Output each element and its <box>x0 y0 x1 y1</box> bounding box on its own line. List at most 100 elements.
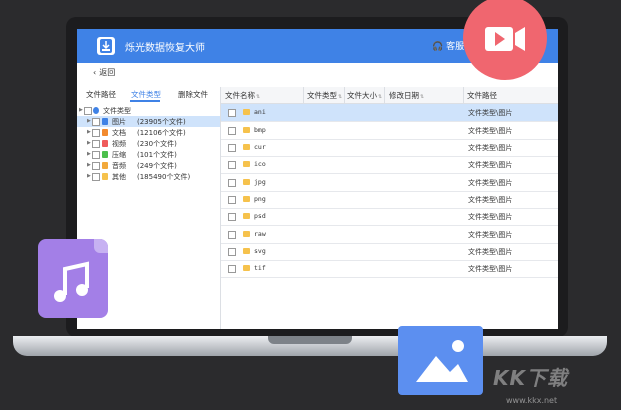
file-name: ani <box>254 108 266 116</box>
left-tabs: 文件路径 文件类型 删除文件 <box>77 87 220 102</box>
checkbox[interactable] <box>92 129 100 137</box>
folder-icon <box>243 196 250 202</box>
file-name: raw <box>254 230 266 238</box>
expand-icon: ▶ <box>87 118 91 124</box>
expand-icon: ▶ <box>87 129 91 135</box>
tree-item-audio[interactable]: ▶ 音频 (249个文件) <box>77 160 220 171</box>
folder-icon <box>243 144 250 150</box>
audio-file-icon <box>102 162 108 169</box>
file-path: 文件类型\图片 <box>468 213 513 221</box>
tree-item-images[interactable]: ▶ 图片 (23905个文件) <box>77 116 220 127</box>
chevron-left-icon: ‹ <box>93 68 97 77</box>
tree-item-videos[interactable]: ▶ 视频 (230个文件) <box>77 138 220 149</box>
column-separator[interactable] <box>463 87 464 103</box>
row-checkbox[interactable] <box>228 248 236 256</box>
file-path: 文件类型\图片 <box>468 196 513 204</box>
row-checkbox[interactable] <box>228 109 236 117</box>
back-button[interactable]: ‹ 返回 <box>93 67 118 78</box>
expand-icon: ▶ <box>87 162 91 168</box>
tree-item-count: (23905个文件) <box>137 118 186 126</box>
archive-file-icon <box>102 151 108 158</box>
tree-item-count: (101个文件) <box>137 151 177 159</box>
tree-root[interactable]: ▶ 文件类型 <box>77 105 220 116</box>
video-file-icon <box>102 140 108 147</box>
sort-icon: ⇅ <box>338 94 343 100</box>
checkbox[interactable] <box>92 162 100 170</box>
file-name: tif <box>254 264 266 272</box>
folder-icon <box>243 248 250 254</box>
file-name: bmp <box>254 126 266 134</box>
music-file-icon <box>38 239 108 318</box>
row-checkbox[interactable] <box>228 127 236 135</box>
row-checkbox[interactable] <box>228 213 236 221</box>
file-path: 文件类型\图片 <box>468 179 513 187</box>
table-row[interactable]: psd 文件类型\图片 <box>221 208 558 226</box>
file-path: 文件类型\图片 <box>468 248 513 256</box>
app-title: 烁光数据恢复大师 <box>125 43 205 54</box>
row-checkbox[interactable] <box>228 179 236 187</box>
column-separator[interactable] <box>303 87 304 103</box>
column-header-size[interactable]: 文件大小⇅ <box>347 90 382 101</box>
table-row[interactable]: raw 文件类型\图片 <box>221 226 558 244</box>
table-row[interactable]: tif 文件类型\图片 <box>221 260 558 278</box>
column-header-type[interactable]: 文件类型⇅ <box>307 90 342 101</box>
tree-item-count: (12106个文件) <box>137 129 186 137</box>
tab-file-type[interactable]: 文件类型 <box>131 89 161 100</box>
column-separator[interactable] <box>384 87 385 103</box>
checkbox[interactable] <box>92 140 100 148</box>
column-header-path[interactable]: 文件路径 <box>467 90 497 101</box>
tree-item-other[interactable]: ▶ 其他 (185490个文件) <box>77 171 220 182</box>
checkbox[interactable] <box>84 107 92 115</box>
tree-item-label: 图片 <box>112 118 126 126</box>
table-row[interactable]: png 文件类型\图片 <box>221 191 558 209</box>
column-separator[interactable] <box>344 87 345 103</box>
folder-icon <box>243 231 250 237</box>
tree-item-documents[interactable]: ▶ 文档 (12106个文件) <box>77 127 220 138</box>
file-path: 文件类型\图片 <box>468 231 513 239</box>
table-row[interactable]: cur 文件类型\图片 <box>221 139 558 157</box>
watermark-logo: KK下载 <box>493 366 568 390</box>
table-row[interactable]: bmp 文件类型\图片 <box>221 122 558 140</box>
tree-item-label: 视频 <box>112 140 126 148</box>
customer-service-button[interactable]: 🎧 客服 <box>432 39 464 52</box>
row-checkbox[interactable] <box>228 196 236 204</box>
file-path: 文件类型\图片 <box>468 109 513 117</box>
tree-item-archives[interactable]: ▶ 压缩 (101个文件) <box>77 149 220 160</box>
back-label: 返回 <box>99 68 116 77</box>
file-path: 文件类型\图片 <box>468 161 513 169</box>
expand-icon: ▶ <box>79 107 83 113</box>
watermark-url: www.kkx.net <box>506 396 558 405</box>
active-tab-indicator <box>130 100 160 102</box>
checkbox[interactable] <box>92 118 100 126</box>
drive-icon <box>93 107 99 114</box>
table-row[interactable]: svg 文件类型\图片 <box>221 243 558 261</box>
file-name: ico <box>254 160 266 168</box>
tree-item-label: 压缩 <box>112 151 126 159</box>
tab-file-path[interactable]: 文件路径 <box>86 89 116 100</box>
file-name: jpg <box>254 178 266 186</box>
table-row[interactable]: jpg 文件类型\图片 <box>221 174 558 192</box>
tab-deleted-files[interactable]: 删除文件 <box>178 89 208 100</box>
column-header-name[interactable]: 文件名称⇅ <box>225 90 260 101</box>
tree-item-count: (185490个文件) <box>137 173 191 181</box>
row-checkbox[interactable] <box>228 265 236 273</box>
file-name: psd <box>254 212 266 220</box>
row-checkbox[interactable] <box>228 144 236 152</box>
row-checkbox[interactable] <box>228 231 236 239</box>
table-row[interactable]: ani 文件类型\图片 <box>221 104 558 122</box>
file-name: png <box>254 195 266 203</box>
column-header-modified[interactable]: 修改日期⇅ <box>389 90 424 101</box>
service-label: 客服 <box>446 42 465 52</box>
tree-item-count: (230个文件) <box>137 140 177 148</box>
other-file-icon <box>102 173 108 180</box>
sort-icon: ⇅ <box>256 94 261 100</box>
checkbox[interactable] <box>92 151 100 159</box>
checkbox[interactable] <box>92 173 100 181</box>
file-name: svg <box>254 247 266 255</box>
row-checkbox[interactable] <box>228 161 236 169</box>
sort-icon: ⇅ <box>378 94 383 100</box>
image-file-icon <box>102 118 108 125</box>
tree-item-label: 音频 <box>112 162 126 170</box>
table-row[interactable]: ico 文件类型\图片 <box>221 156 558 174</box>
folder-icon <box>243 213 250 219</box>
